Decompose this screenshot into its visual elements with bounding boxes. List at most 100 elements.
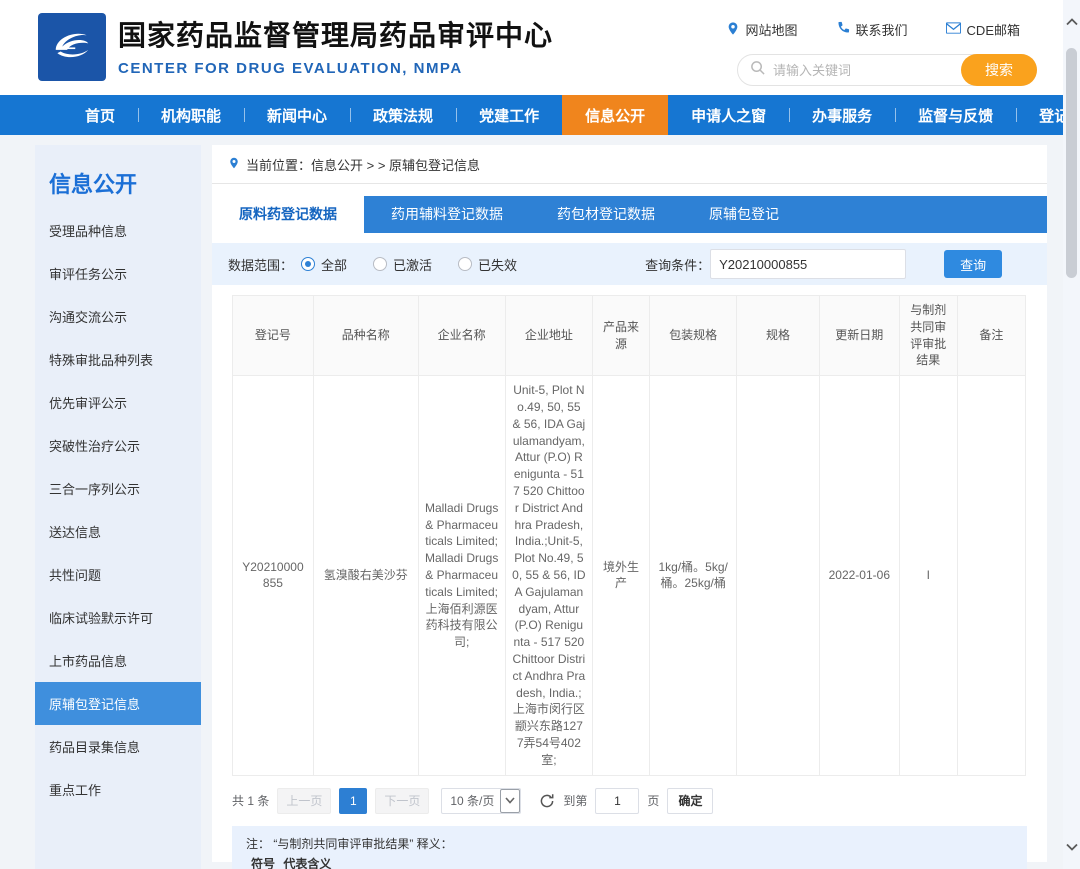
- breadcrumb-label: 当前位置：信息公开 > > 原辅包登记信息: [246, 155, 480, 174]
- site-header: 国家药品监督管理局药品审评中心 CENTER FOR DRUG EVALUATI…: [0, 0, 1080, 95]
- cell-update-date: 2022-01-06: [819, 376, 899, 775]
- main-panel: 当前位置：信息公开 > > 原辅包登记信息 原料药登记数据 药用辅料登记数据 药…: [212, 145, 1047, 862]
- refresh-icon[interactable]: [539, 793, 555, 809]
- radio-expired[interactable]: 已失效: [458, 255, 517, 274]
- nav-item-info-disclosure[interactable]: 信息公开: [562, 95, 668, 135]
- link-contact-label: 联系我们: [856, 20, 908, 39]
- legend-note: 注： “与制剂共同审评审批结果” 释义： 符号 代表含义 A 已批准在上市制剂使…: [232, 826, 1027, 869]
- scope-radio-group: 全部 已激活 已失效: [301, 255, 517, 274]
- sidebar-item-priority-review[interactable]: 优先审评公示: [35, 381, 201, 424]
- radio-activated-label: 已激活: [393, 255, 432, 274]
- tab-excipient-data[interactable]: 药用辅料登记数据: [364, 196, 530, 233]
- col-product-name: 品种名称: [313, 296, 418, 376]
- page-scrollbar[interactable]: [1063, 0, 1080, 869]
- goto-label: 到第: [563, 792, 587, 809]
- sidebar-item-key-work[interactable]: 重点工作: [35, 768, 201, 811]
- sidebar-item-marketed-drugs[interactable]: 上市药品信息: [35, 639, 201, 682]
- col-registration-no: 登记号: [233, 296, 314, 376]
- phone-icon: [836, 21, 850, 38]
- brand-block: 国家药品监督管理局药品审评中心 CENTER FOR DRUG EVALUATI…: [118, 14, 553, 77]
- note-col-symbol: 符号: [246, 855, 280, 869]
- tab-packaging-data[interactable]: 药包材登记数据: [530, 196, 682, 233]
- nav-item-functions[interactable]: 机构职能: [138, 95, 244, 135]
- cell-product-name: 氢溴酸右美沙芬: [313, 376, 418, 775]
- tab-bar: 原料药登记数据 药用辅料登记数据 药包材登记数据 原辅包登记: [212, 196, 1047, 233]
- goto-page-input[interactable]: [595, 788, 639, 814]
- radio-all-label: 全部: [321, 255, 347, 274]
- header-quick-links: 网站地图 联系我们 CDE邮箱: [726, 20, 1020, 39]
- link-sitemap[interactable]: 网站地图: [726, 20, 798, 39]
- content-area: 信息公开 受理品种信息 审评任务公示 沟通交流公示 特殊审批品种列表 优先审评公…: [0, 135, 1080, 869]
- radio-expired-dot: [458, 257, 472, 271]
- cell-joint-review-result: I: [899, 376, 957, 775]
- link-cde-mail-label: CDE邮箱: [967, 20, 1020, 39]
- registration-table: 登记号 品种名称 企业名称 企业地址 产品来源 包装规格 规格 更新日期 与制剂…: [232, 295, 1026, 776]
- table-header-row: 登记号 品种名称 企业名称 企业地址 产品来源 包装规格 规格 更新日期 与制剂…: [233, 296, 1026, 376]
- sidebar-item-clinical-trial-approval[interactable]: 临床试验默示许可: [35, 596, 201, 639]
- note-title: 注： “与制剂共同审评审批结果” 释义：: [246, 835, 1013, 854]
- confirm-button[interactable]: 确定: [667, 788, 713, 814]
- col-spec: 规格: [737, 296, 819, 376]
- col-remark: 备注: [957, 296, 1025, 376]
- scrollbar-thumb[interactable]: [1066, 48, 1077, 278]
- page-size-select[interactable]: 10 条/页: [441, 788, 521, 814]
- radio-activated[interactable]: 已激活: [373, 255, 432, 274]
- location-pin-icon: [228, 156, 240, 173]
- radio-all[interactable]: 全部: [301, 255, 347, 274]
- pagination: 共 1 条 上一页 1 下一页 10 条/页 到第 页 确定: [232, 788, 1047, 814]
- nav-item-services[interactable]: 办事服务: [789, 95, 895, 135]
- note-header-row: 符号 代表含义: [246, 855, 1013, 869]
- sidebar: 信息公开 受理品种信息 审评任务公示 沟通交流公示 特殊审批品种列表 优先审评公…: [35, 145, 201, 869]
- sidebar-item-communication[interactable]: 沟通交流公示: [35, 295, 201, 338]
- header-search: 搜索: [737, 54, 1037, 86]
- query-button[interactable]: 查询: [944, 250, 1002, 278]
- sidebar-item-breakthrough-therapy[interactable]: 突破性治疗公示: [35, 424, 201, 467]
- sidebar-item-review-tasks[interactable]: 审评任务公示: [35, 252, 201, 295]
- sidebar-item-special-approval[interactable]: 特殊审批品种列表: [35, 338, 201, 381]
- nav-item-news[interactable]: 新闻中心: [244, 95, 350, 135]
- cde-logo[interactable]: [38, 13, 106, 81]
- search-button[interactable]: 搜索: [961, 54, 1037, 86]
- nav-item-home[interactable]: 首页: [62, 95, 138, 135]
- nav-item-applicant-window[interactable]: 申请人之窗: [668, 95, 789, 135]
- sidebar-item-accepted-products[interactable]: 受理品种信息: [35, 209, 201, 252]
- cell-package-spec: 1kg/桶。5kg/桶。25kg/桶: [650, 376, 737, 775]
- link-contact[interactable]: 联系我们: [836, 20, 908, 39]
- scroll-down-icon[interactable]: [1063, 833, 1080, 861]
- search-input[interactable]: [765, 63, 961, 78]
- sidebar-item-three-in-one[interactable]: 三合一序列公示: [35, 467, 201, 510]
- swan-logo-icon: [46, 19, 98, 76]
- cell-company-name: Malladi Drugs & Pharmaceuticals Limited;…: [418, 376, 505, 775]
- scroll-up-icon[interactable]: [1063, 8, 1080, 36]
- map-pin-icon: [726, 21, 740, 39]
- tab-raw-material-data[interactable]: 原料药登记数据: [212, 196, 364, 233]
- search-icon: [750, 60, 765, 80]
- sidebar-item-drug-catalog[interactable]: 药品目录集信息: [35, 725, 201, 768]
- site-title: 国家药品监督管理局药品审评中心: [118, 14, 553, 54]
- radio-expired-label: 已失效: [478, 255, 517, 274]
- next-page-button[interactable]: 下一页: [375, 788, 429, 814]
- page-1-button[interactable]: 1: [339, 788, 367, 814]
- nav-item-policy[interactable]: 政策法规: [350, 95, 456, 135]
- prev-page-button[interactable]: 上一页: [277, 788, 331, 814]
- condition-label: 查询条件：: [645, 255, 710, 274]
- col-package-spec: 包装规格: [650, 296, 737, 376]
- sidebar-item-raw-material-registration[interactable]: 原辅包登记信息: [35, 682, 201, 725]
- col-joint-review-result: 与制剂共同审评审批结果: [899, 296, 957, 376]
- condition-input[interactable]: [710, 249, 906, 279]
- pagination-total: 共 1 条: [232, 792, 269, 809]
- sidebar-item-delivery-info[interactable]: 送达信息: [35, 510, 201, 553]
- cell-product-source: 境外生产: [592, 376, 649, 775]
- breadcrumb: 当前位置：信息公开 > > 原辅包登记信息: [212, 145, 1047, 184]
- page-unit-label: 页: [647, 792, 659, 809]
- link-sitemap-label: 网站地图: [746, 20, 798, 39]
- table-row: Y20210000855 氢溴酸右美沙芬 Malladi Drugs & Pha…: [233, 376, 1026, 775]
- scope-label: 数据范围：: [228, 255, 293, 274]
- link-cde-mail[interactable]: CDE邮箱: [946, 20, 1020, 39]
- radio-activated-dot: [373, 257, 387, 271]
- nav-item-party[interactable]: 党建工作: [456, 95, 562, 135]
- nav-item-supervision[interactable]: 监督与反馈: [895, 95, 1016, 135]
- sidebar-item-common-issues[interactable]: 共性问题: [35, 553, 201, 596]
- note-col-meaning: 代表含义: [283, 857, 331, 869]
- tab-raw-material-registration[interactable]: 原辅包登记: [682, 196, 806, 233]
